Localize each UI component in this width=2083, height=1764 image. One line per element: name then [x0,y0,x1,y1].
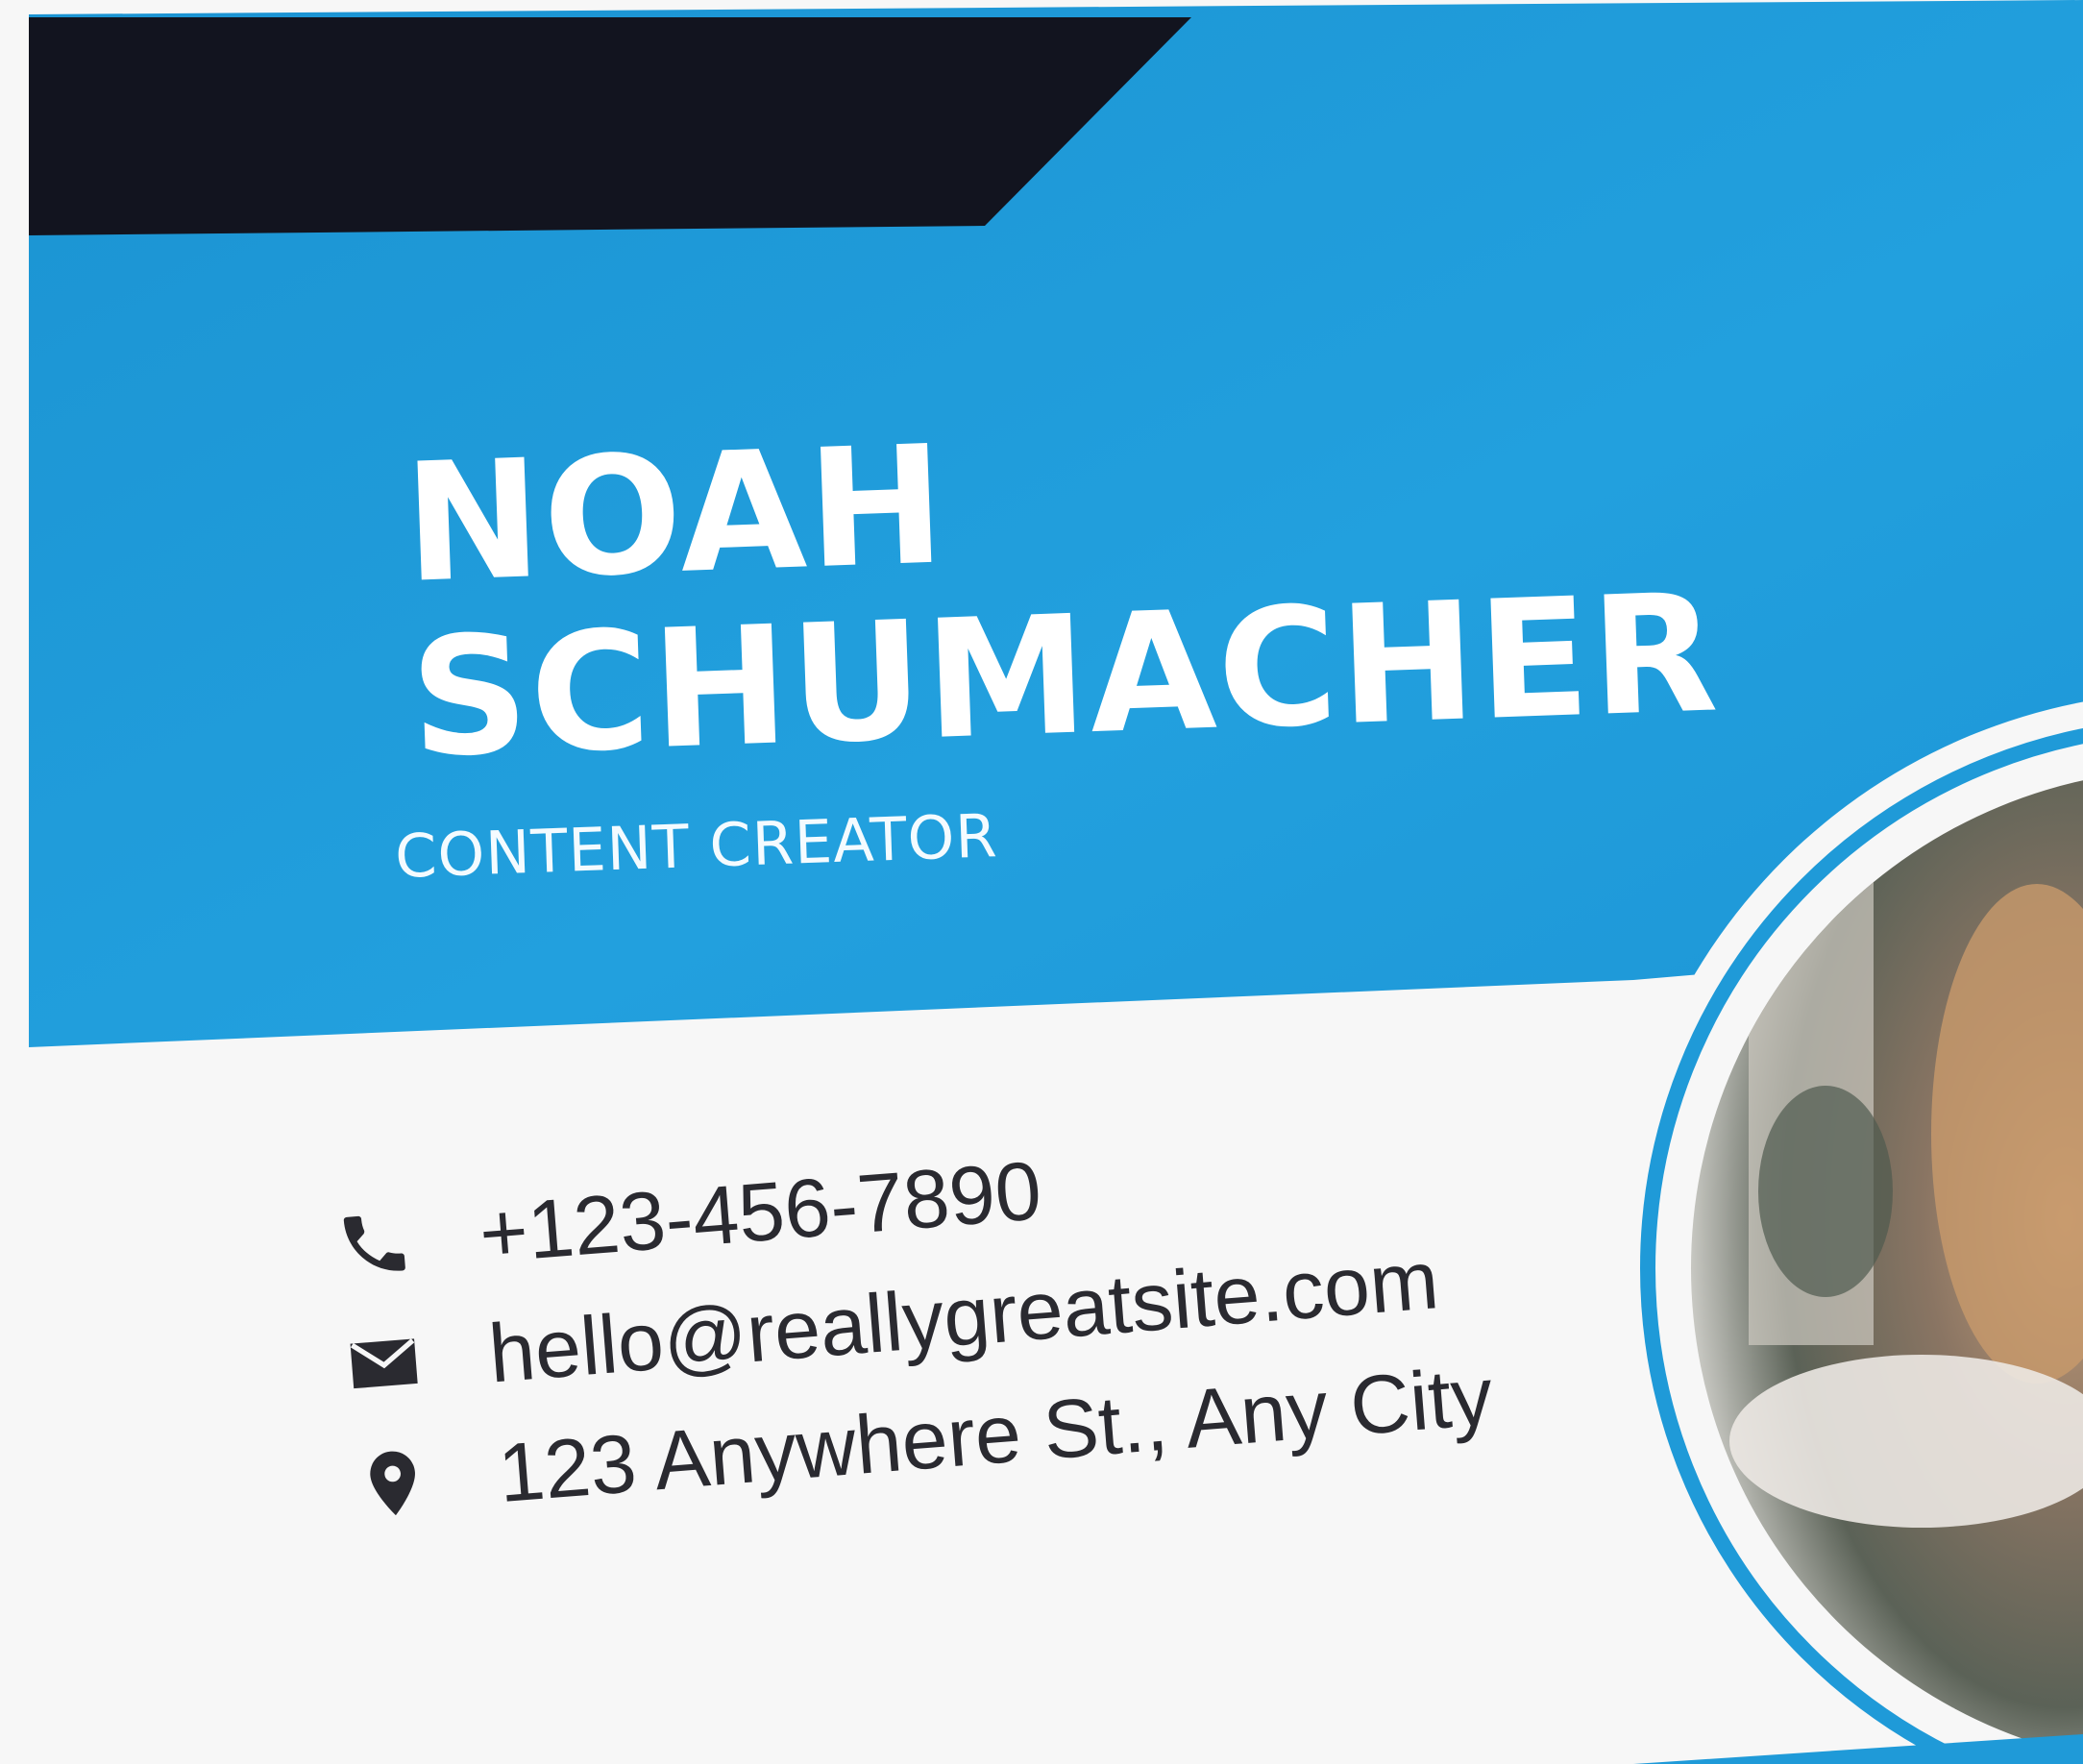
phone-icon [332,1194,430,1292]
person-name: NOAH SCHUMACHER [402,391,1723,795]
business-card: NOAH SCHUMACHER CONTENT CREATOR +123-456… [0,0,2083,1764]
envelope-icon [342,1313,440,1411]
card-background [0,0,2083,1764]
map-pin-icon [352,1433,450,1531]
name-last: SCHUMACHER [407,558,1723,795]
